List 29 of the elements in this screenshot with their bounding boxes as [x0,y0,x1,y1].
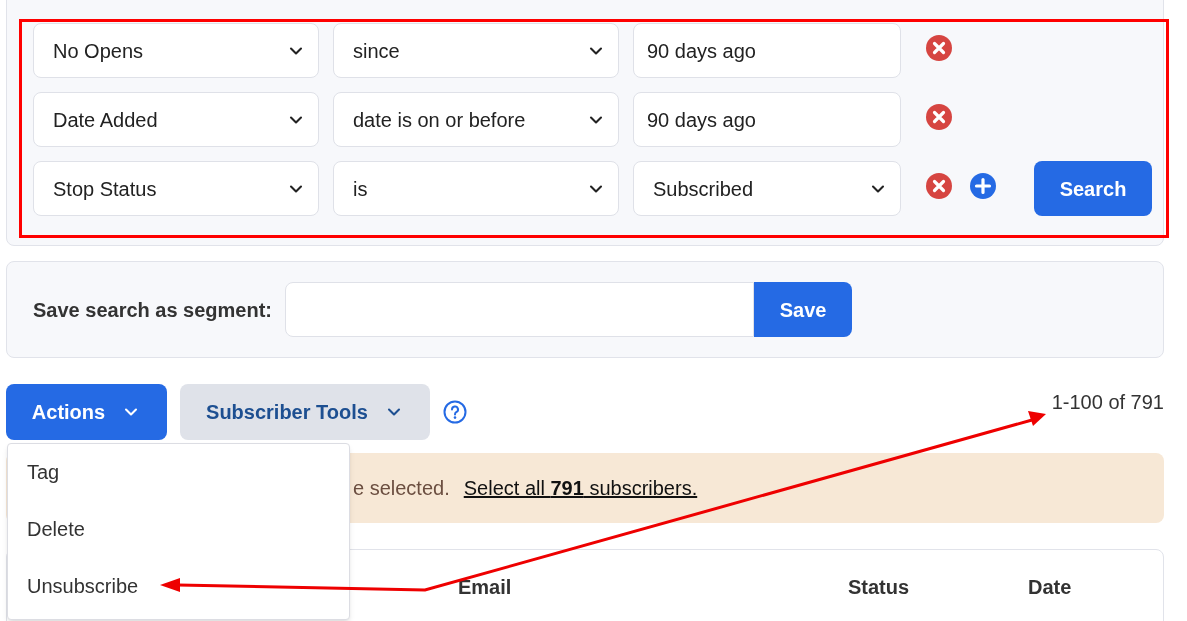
input-field[interactable]: 90 days ago [633,92,901,147]
select-all-link[interactable]: Select all 791 subscribers. [463,473,698,503]
dropdown-field[interactable]: Date Added [33,92,319,147]
dropdown-field[interactable]: Stop Status [33,161,319,216]
remove-icon[interactable] [926,103,952,130]
menu-item[interactable]: Delete [27,517,349,541]
actions-button[interactable]: Actions [6,384,167,440]
banner-text: e selected. [353,476,450,501]
remove-icon[interactable] [926,172,952,199]
add-icon[interactable] [970,172,996,199]
search-button[interactable]: Search [1034,161,1152,216]
dropdown-field[interactable]: Subscribed [633,161,901,216]
save-button[interactable]: Save [754,282,853,337]
segment-label: Save search as segment: [33,297,273,323]
remove-icon[interactable] [926,34,952,61]
pagination-text: 1-100 of 791 [1051,390,1164,415]
dropdown-field[interactable]: date is on or before [333,92,619,147]
column-header[interactable]: Date [1028,572,1072,621]
dropdown-field[interactable]: No Opens [33,23,319,78]
dropdown-field[interactable]: is [333,161,619,216]
segment-input[interactable] [285,282,755,337]
dropdown-field[interactable]: since [333,23,619,78]
menu-item[interactable]: Tag [27,460,349,484]
column-header[interactable]: Status [848,572,1028,621]
help-icon[interactable] [443,400,467,424]
subscriber-tools-button[interactable]: Subscriber Tools [180,384,430,440]
input-field[interactable]: 90 days ago [633,23,901,78]
column-header[interactable]: Email [458,572,848,621]
menu-item[interactable]: Unsubscribe [27,574,349,598]
